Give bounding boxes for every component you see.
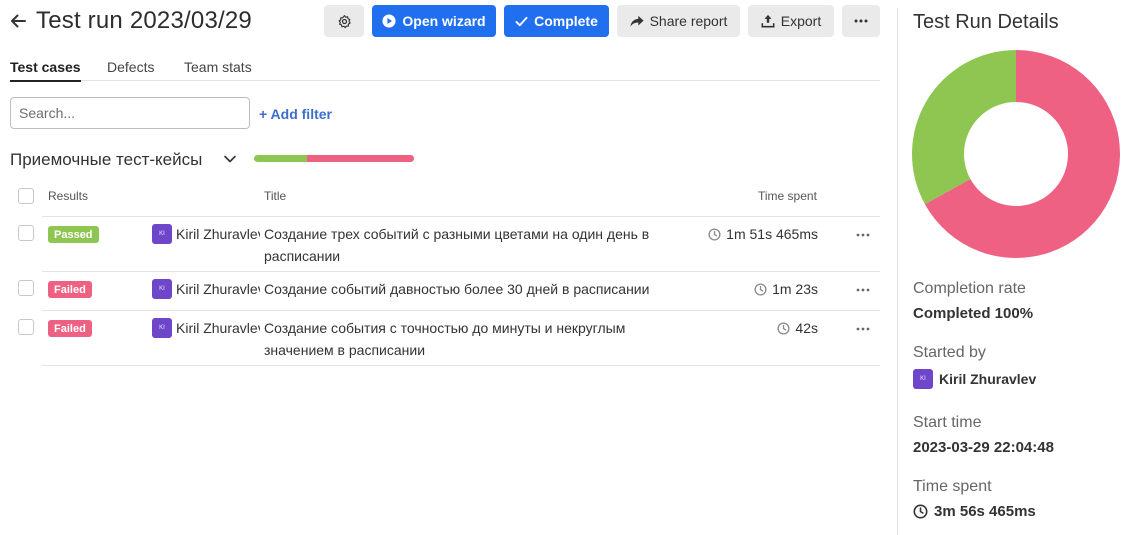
time-spent-label: Time spent: [913, 478, 992, 495]
row-checkbox[interactable]: [18, 280, 34, 296]
column-header-time-spent: Time spent: [758, 189, 817, 203]
export-label: Export: [780, 13, 822, 29]
test-case-title[interactable]: Создание событий давностью более 30 дней…: [264, 278, 684, 300]
time-value: 1m 51s 465ms: [726, 226, 818, 242]
export-button[interactable]: Export: [748, 5, 834, 37]
search-input[interactable]: [10, 97, 250, 129]
completion-rate-value: Completed 100%: [913, 305, 1033, 322]
start-time-label: Start time: [913, 414, 982, 431]
details-panel: Test Run Details Completion rate Complet…: [898, 0, 1132, 535]
tab-test-cases[interactable]: Test cases: [10, 59, 81, 82]
chevron-down-icon[interactable]: [223, 152, 237, 166]
donut-passed-segment: [912, 50, 1016, 205]
details-title: Test Run Details: [913, 11, 1059, 33]
started-by-name: Kiril Zhuravlev: [939, 371, 1037, 387]
add-filter-link[interactable]: + Add filter: [259, 106, 332, 122]
avatar-initials: KI: [920, 376, 926, 382]
progress-failed-segment: [306, 155, 414, 162]
time-value: 42s: [795, 320, 818, 336]
more-actions-button[interactable]: [842, 5, 880, 37]
tab-defects[interactable]: Defects: [107, 59, 154, 80]
assignee-name: Kiril Zhuravlev: [176, 226, 260, 242]
time-spent: 42s: [777, 320, 818, 336]
started-by-value: KI Kiril Zhuravlev: [913, 369, 1036, 389]
clock-icon: [754, 282, 767, 296]
assignee-name: Kiril Zhuravlev: [176, 281, 260, 297]
start-time-text: 2023-03-29 22:04:48: [913, 439, 1054, 456]
avatar: KI: [152, 318, 172, 338]
avatar: KI: [913, 369, 933, 389]
tab-team-stats[interactable]: Team stats: [184, 59, 252, 80]
row-divider: [42, 310, 880, 311]
page-title: Test run 2023/03/29: [36, 7, 252, 34]
play-circle-icon: [382, 14, 396, 28]
avatar-initials: KI: [159, 325, 165, 331]
back-arrow-icon[interactable]: [8, 10, 28, 32]
suite-progress-bar: [254, 155, 414, 162]
time-value: 1m 23s: [772, 281, 818, 297]
started-by-label: Started by: [913, 344, 986, 361]
share-report-label: Share report: [649, 13, 728, 29]
row-more-icon[interactable]: [854, 285, 872, 295]
row-checkbox[interactable]: [18, 319, 34, 335]
test-case-title[interactable]: Создание события с точностью до минуты и…: [264, 317, 664, 361]
assignee-name: Kiril Zhuravlev: [176, 320, 260, 336]
row-divider: [42, 365, 880, 366]
clock-icon: [708, 227, 721, 241]
share-arrow-icon: [630, 15, 644, 27]
start-time-value: 2023-03-29 22:04:48: [913, 439, 1054, 456]
complete-button[interactable]: Complete: [504, 5, 609, 37]
progress-passed-segment: [254, 155, 307, 162]
time-spent-text: 3m 56s 465ms: [934, 503, 1036, 520]
status-badge: Failed: [48, 281, 92, 298]
column-header-title: Title: [264, 189, 287, 203]
row-checkbox[interactable]: [18, 225, 34, 241]
gear-icon: [338, 14, 351, 28]
status-badge: Failed: [48, 320, 92, 337]
clock-icon: [913, 504, 928, 519]
avatar-initials: KI: [159, 286, 165, 292]
checkmark-icon: [515, 16, 528, 26]
clock-icon: [777, 321, 790, 335]
settings-button[interactable]: [324, 5, 364, 37]
suite-title[interactable]: Приемочные тест-кейсы: [10, 150, 202, 170]
row-more-icon[interactable]: [854, 230, 872, 240]
status-badge: Passed: [48, 226, 99, 243]
share-report-button[interactable]: Share report: [617, 5, 740, 37]
avatar-initials: KI: [159, 231, 165, 237]
complete-label: Complete: [534, 13, 598, 29]
row-more-icon[interactable]: [854, 324, 872, 334]
row-divider: [42, 271, 880, 272]
completion-rate-text: Completed 100%: [913, 305, 1034, 322]
open-wizard-button[interactable]: Open wizard: [372, 5, 496, 37]
open-wizard-label: Open wizard: [402, 13, 486, 29]
tab-bar: Test cases Defects Team stats: [10, 57, 880, 82]
more-dots-icon: [854, 19, 868, 23]
time-spent: 1m 51s 465ms: [708, 226, 818, 242]
test-case-title[interactable]: Создание трех событий с разными цветами …: [264, 223, 684, 267]
upload-icon: [761, 14, 775, 28]
select-all-checkbox[interactable]: [18, 188, 34, 204]
main-panel: Test run 2023/03/29 Open wizard Complete…: [0, 0, 897, 535]
time-spent-value: 3m 56s 465ms: [913, 503, 1036, 520]
time-spent: 1m 23s: [754, 281, 818, 297]
result-donut-chart: [912, 50, 1120, 258]
avatar: KI: [152, 224, 172, 244]
avatar: KI: [152, 279, 172, 299]
completion-rate-label: Completion rate: [913, 280, 1026, 297]
header-divider: [42, 216, 880, 217]
column-header-results: Results: [48, 189, 89, 203]
